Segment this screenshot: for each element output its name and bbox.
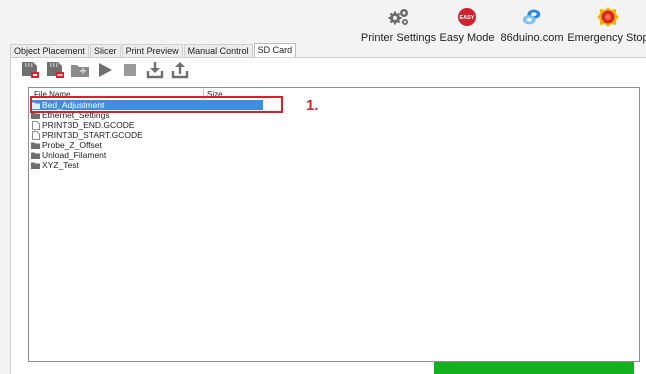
- upload-icon: [171, 61, 189, 84]
- sd-unmount-button[interactable]: [44, 61, 66, 84]
- list-item-probe-z-offset[interactable]: Probe_Z_Offset: [31, 140, 102, 150]
- new-folder-button[interactable]: [69, 62, 91, 82]
- list-item-label: PRINT3D_END.GCODE: [42, 120, 135, 130]
- easy-mode-label: Easy Mode: [439, 32, 495, 44]
- play-button[interactable]: [94, 62, 116, 82]
- sd-mount-button[interactable]: [19, 61, 41, 84]
- top-toolbar: Printer Settings EASY Easy Mode 86duino.…: [0, 0, 646, 46]
- emergency-stop-button[interactable]: Emergency Stop: [567, 6, 646, 46]
- app-window: Printer Settings EASY Easy Mode 86duino.…: [0, 0, 646, 374]
- easy-mode-button[interactable]: EASY Easy Mode: [438, 6, 496, 46]
- annotation-callout: 1.: [306, 97, 319, 114]
- download-icon: [146, 61, 164, 84]
- tab-manual-control[interactable]: Manual Control: [183, 44, 253, 57]
- upload-button[interactable]: [169, 61, 191, 84]
- list-item-print3d-start-gcode[interactable]: PRINT3D_START.GCODE: [31, 130, 143, 140]
- sd-mount-icon: [20, 61, 40, 84]
- easy-badge-icon: EASY: [455, 6, 479, 28]
- folder-icon: [31, 151, 40, 159]
- 86duino-logo-icon: [520, 6, 544, 28]
- download-button[interactable]: [144, 61, 166, 84]
- list-item-label: Unload_Filament: [42, 150, 107, 160]
- progress-bar: [434, 362, 634, 374]
- emergency-stop-label: Emergency Stop: [567, 32, 646, 44]
- gears-icon: [387, 6, 411, 28]
- tab-bar: Object Placement Slicer Print Preview Ma…: [10, 43, 297, 57]
- list-item-label: PRINT3D_START.GCODE: [42, 130, 143, 140]
- folder-icon: [31, 161, 40, 169]
- 86duino-button[interactable]: 86duino.com: [500, 6, 564, 46]
- list-item-label: XYZ_Test: [42, 160, 79, 170]
- list-item-print3d-end-gcode[interactable]: PRINT3D_END.GCODE: [31, 120, 135, 130]
- stop-icon: [121, 61, 139, 84]
- easy-badge-text: EASY: [460, 15, 475, 21]
- tab-object-placement[interactable]: Object Placement: [10, 44, 90, 57]
- file-icon: [31, 120, 40, 130]
- list-item-xyz-test[interactable]: XYZ_Test: [31, 160, 79, 170]
- new-folder-icon: [70, 61, 90, 84]
- printer-settings-button[interactable]: Printer Settings: [361, 6, 436, 46]
- tab-print-preview[interactable]: Print Preview: [121, 44, 183, 57]
- list-item-label: Probe_Z_Offset: [42, 140, 102, 150]
- tab-slicer[interactable]: Slicer: [90, 44, 121, 57]
- emergency-stop-icon: [596, 6, 620, 28]
- stop-button[interactable]: [119, 62, 141, 82]
- progress-fill: [434, 362, 634, 374]
- file-list[interactable]: File Name Size Bed_Adjustment Ethernet_S…: [28, 87, 640, 362]
- 86duino-label: 86duino.com: [500, 32, 564, 44]
- file-icon: [31, 130, 40, 140]
- sd-unmount-icon: [45, 61, 65, 84]
- list-item-unload-filament[interactable]: Unload_Filament: [31, 150, 106, 160]
- sd-toolbar: [19, 61, 194, 83]
- play-icon: [96, 61, 114, 84]
- folder-icon: [31, 141, 40, 149]
- printer-settings-label: Printer Settings: [360, 32, 437, 44]
- annotation-highlight-box: [30, 96, 283, 113]
- tab-sd-card[interactable]: SD Card: [253, 43, 297, 57]
